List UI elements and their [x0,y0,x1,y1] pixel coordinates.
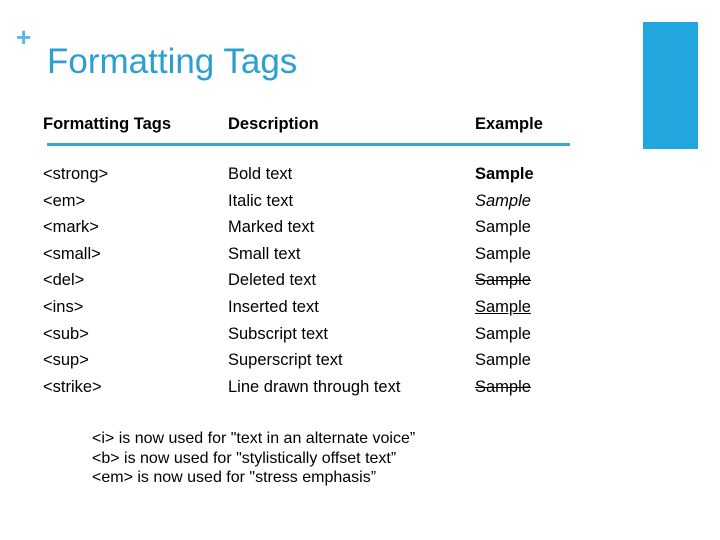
note-line: <i> is now used for "text in an alternat… [92,430,416,447]
note-line: <em> is now used for "stress emphasis” [92,469,377,486]
tag-cell: <del> [43,271,85,290]
example-cell-bold: Sample [475,165,534,183]
tag-cell: <sub> [43,324,89,343]
description-cell: Superscript text [228,351,343,370]
example-cell-strike: Sample [475,377,531,396]
example-cell-subscript: Sample [475,324,531,343]
tag-cell: <strong> [43,165,109,183]
example-cell-italic: Sample [475,191,531,210]
header-formatting-tags: Formatting Tags [43,115,172,133]
description-cell: Deleted text [228,271,317,290]
notes: <i> is now used for "text in an alternat… [92,429,415,488]
description-cell: Line drawn through text [228,377,401,396]
note-line: <b> is now used for "stylistically offse… [92,449,397,467]
example-cell-superscript: Sample [475,351,531,370]
description-cell: Italic text [228,191,294,210]
description-cell: Small text [228,244,301,263]
example-cell-marked: Sample [475,218,531,237]
example-cell-deleted: Sample [475,271,531,290]
description-cell: Subscript text [228,324,328,343]
example-cell-small: Sample [475,244,531,263]
plus-icon: + [16,22,32,52]
tag-cell: <small> [43,244,101,263]
example-cell-inserted: Sample [475,297,531,316]
tag-cell: <sup> [43,351,89,370]
header-divider [47,143,570,146]
tag-cell: <ins> [43,297,84,316]
slide-title: Formatting Tags [47,42,298,81]
header-example: Example [475,115,543,133]
accent-bar [643,22,698,149]
tag-cell: <strike> [43,377,102,396]
tag-cell: <mark> [43,218,99,237]
tag-column: <strong> <em> <mark> <small> <del> <ins>… [43,161,108,400]
description-column: Bold text Italic text Marked text Small … [228,161,400,400]
header-description: Description [228,115,319,133]
description-cell: Bold text [228,165,293,183]
example-column: Sample Sample Sample Sample Sample Sampl… [475,161,534,400]
description-cell: Marked text [228,218,315,237]
description-cell: Inserted text [228,297,319,316]
tag-cell: <em> [43,191,86,210]
